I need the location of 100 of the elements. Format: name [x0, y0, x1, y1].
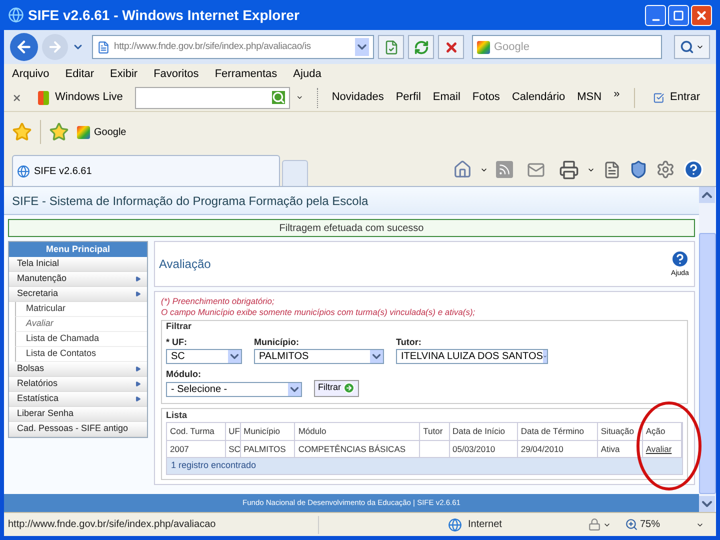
column-header: UF: [226, 423, 241, 440]
menu-item[interactable]: Ferramentas: [214, 66, 278, 82]
toolbar-link[interactable]: Perfil: [396, 89, 421, 106]
toolbar-link[interactable]: Fotos: [472, 89, 500, 106]
dropdown-icon: [370, 350, 383, 363]
submenu-arrow-icon: [135, 381, 141, 387]
brand-label: Windows Live: [55, 90, 123, 106]
menu-item[interactable]: Tela Inicial: [9, 257, 147, 272]
maximize-icon: [673, 10, 684, 20]
refresh-button[interactable]: [408, 35, 434, 59]
menu-item[interactable]: Favoritos: [154, 66, 199, 82]
forward-arrow-icon: [47, 39, 63, 55]
search-button[interactable]: [674, 35, 710, 59]
favorite-link[interactable]: Google: [77, 124, 126, 140]
google-logo-icon: [77, 126, 90, 138]
search-icon: [272, 91, 285, 104]
menu-item[interactable]: Editar: [65, 66, 94, 82]
select-field[interactable]: SC: [166, 349, 242, 364]
menu-item[interactable]: Ajuda: [293, 66, 322, 82]
safety-shield-icon[interactable]: [629, 160, 648, 179]
add-favorite-icon[interactable]: [49, 122, 69, 142]
select-field[interactable]: - Selecione -: [166, 382, 302, 396]
close-button[interactable]: [691, 4, 712, 26]
more-button[interactable]: »: [614, 86, 620, 102]
address-field[interactable]: http://www.fnde.gov.br/sife/index.php/avaliacao/is: [92, 35, 374, 59]
back-button[interactable]: [10, 33, 38, 61]
menu-title: Menu Principal: [9, 242, 147, 257]
select-field[interactable]: PALMITOS: [254, 349, 384, 364]
browser-tab[interactable]: SIFE v2.6.61: [12, 155, 280, 186]
submenu-item[interactable]: Lista de Chamada: [15, 332, 147, 347]
stop-button[interactable]: [438, 35, 464, 59]
submenu-arrow-icon: [135, 396, 141, 402]
filter-button[interactable]: Filtrar: [314, 380, 359, 396]
evaluate-link[interactable]: Avaliar: [646, 442, 672, 456]
table-cell: Ativa: [598, 441, 643, 457]
column-header: Data de Início: [450, 423, 518, 440]
select-field[interactable]: ITELVINA LUIZA DOS SANTOS: [396, 349, 548, 364]
live-search-field[interactable]: [134, 86, 290, 108]
submenu-arrow-icon: [135, 366, 141, 372]
scroll-thumb[interactable]: [699, 233, 716, 494]
feeds-icon[interactable]: [496, 161, 513, 178]
menu-item[interactable]: Exibir: [110, 66, 138, 82]
internet-zone-icon: [448, 518, 462, 532]
stop-icon: [444, 40, 458, 54]
security-zone: Internet: [468, 518, 503, 532]
favorites-star-icon[interactable]: [12, 122, 32, 142]
zoom-icon: [625, 518, 638, 531]
record-count: 1 registro encontrado: [167, 458, 682, 474]
dropdown-icon: [228, 350, 241, 363]
mail-icon[interactable]: [527, 160, 545, 178]
dropdown-icon: [696, 43, 704, 51]
print-icon[interactable]: [559, 160, 579, 180]
arrow-circle-icon: [343, 382, 355, 394]
sign-in-link[interactable]: Entrar: [670, 89, 700, 106]
submenu-item[interactable]: Matricular: [15, 302, 147, 317]
scroll-down-icon[interactable]: [699, 496, 715, 512]
success-message: Filtragem efetuada com sucesso: [8, 219, 695, 237]
maximize-button[interactable]: [668, 4, 689, 26]
toolbar-link[interactable]: MSN: [577, 89, 602, 106]
page-icon: [97, 40, 110, 54]
minimize-button[interactable]: [645, 4, 666, 26]
compatibility-button[interactable]: [378, 35, 404, 59]
site-title: SIFE - Sistema de Informação do Programa Formação pela Escola: [12, 192, 368, 210]
settings-icon[interactable]: [656, 160, 675, 179]
toolbar-link[interactable]: Email: [432, 89, 460, 106]
toolbar-link[interactable]: Novidades: [332, 89, 384, 106]
table-cell: 29/04/2010: [518, 441, 598, 457]
list-legend: Lista: [166, 408, 683, 422]
toolbar-link[interactable]: Calendário: [512, 89, 566, 106]
help-icon[interactable]: [683, 159, 704, 180]
menu-item[interactable]: Arquivo: [12, 66, 50, 82]
page-menu-icon[interactable]: [603, 160, 621, 178]
menu-item[interactable]: Manutenção: [9, 272, 147, 287]
submenu-arrow-icon: [135, 276, 141, 282]
submenu-arrow-icon: [135, 291, 141, 297]
link-label: Google: [94, 126, 126, 140]
required-note: (*) Preenchimento obrigatório;: [161, 296, 276, 307]
zoom-level[interactable]: 75%: [640, 517, 660, 532]
status-url: http://www.fnde.gov.br/sife/index.php/avaliacao: [8, 518, 217, 532]
checklist-icon[interactable]: [652, 90, 664, 104]
submenu-item[interactable]: Avaliar: [15, 317, 147, 332]
table-cell: SC: [226, 441, 241, 457]
google-logo-icon: [477, 40, 490, 54]
menu-item[interactable]: Cad. Pessoas - SIFE antigo: [9, 422, 147, 437]
menu-item[interactable]: Relatórios: [9, 377, 147, 392]
ie-logo-icon: [8, 7, 24, 23]
menu-item[interactable]: Secretaria: [9, 287, 147, 302]
home-icon[interactable]: [453, 160, 472, 179]
table-cell: PALMITOS: [240, 441, 296, 457]
menu-item[interactable]: Estatística: [9, 392, 147, 407]
dropdown-icon: [288, 382, 301, 396]
scroll-up-icon[interactable]: [699, 187, 715, 203]
ie-logo-icon: [17, 164, 30, 178]
page-title: Avaliação: [159, 256, 211, 273]
menu-item[interactable]: Liberar Senha: [9, 407, 147, 422]
menu-item[interactable]: Bolsas: [9, 362, 147, 377]
required-note: O campo Município exibe somente municípios com turma(s) vinculada(s) e ativa(s);: [161, 307, 476, 318]
column-header: Situação: [598, 423, 643, 440]
help-icon[interactable]: [670, 248, 690, 269]
column-header: Data de Término: [518, 423, 598, 440]
